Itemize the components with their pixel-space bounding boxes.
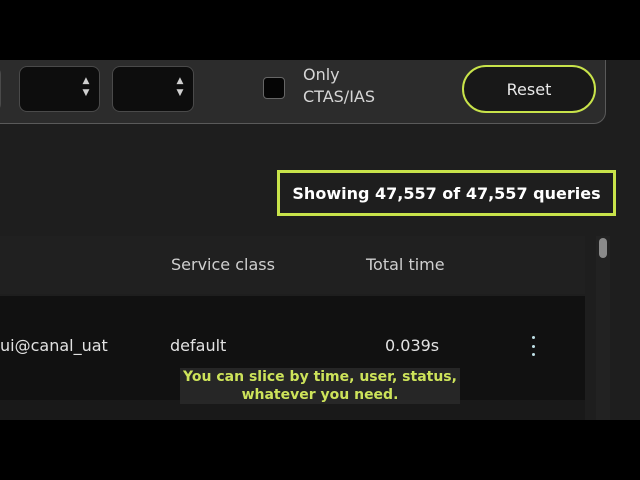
spinner-arrows-icon[interactable]: ▲ ▼ — [81, 75, 91, 103]
video-caption: You can slice by time, user, status, wha… — [180, 368, 460, 404]
only-ctas-ias-checkbox[interactable] — [263, 77, 285, 99]
query-count-status: Showing 47,557 of 47,557 queries — [277, 170, 616, 216]
caption-line1: You can slice by time, user, status, — [183, 369, 457, 385]
reset-button[interactable]: Reset — [462, 65, 596, 113]
scrollbar-thumb[interactable] — [599, 238, 607, 258]
column-header-total-time[interactable]: Total time — [366, 255, 445, 274]
filter-spinner-2[interactable]: ▲ ▼ — [112, 66, 194, 112]
queries-screen: ▲ ▼ ▲ ▼ Only CTAS/IAS Reset Showing 47,557… — [0, 60, 640, 420]
cell-total-time: 0.039s — [385, 336, 440, 355]
only-ctas-ias-label: Only CTAS/IAS — [303, 64, 403, 108]
only-label-line2: CTAS/IAS — [303, 87, 376, 106]
caption-line2: whatever you need. — [241, 387, 399, 403]
table-header: Service class Total time — [0, 236, 585, 294]
spinner-arrows-icon[interactable]: ▲ ▼ — [175, 75, 185, 103]
cell-service-class: default — [170, 336, 227, 355]
scrollbar-track[interactable] — [596, 236, 610, 420]
only-label-line1: Only — [303, 65, 340, 84]
filter-spinner-1[interactable]: ▲ ▼ — [19, 66, 100, 112]
cell-user: ui@canal_uat — [0, 336, 108, 355]
more-options-icon[interactable] — [527, 336, 539, 356]
filter-panel: ▲ ▼ ▲ ▼ Only CTAS/IAS Reset — [0, 60, 606, 124]
column-header-service-class[interactable]: Service class — [171, 255, 275, 274]
filter-input-partial[interactable] — [0, 66, 1, 112]
